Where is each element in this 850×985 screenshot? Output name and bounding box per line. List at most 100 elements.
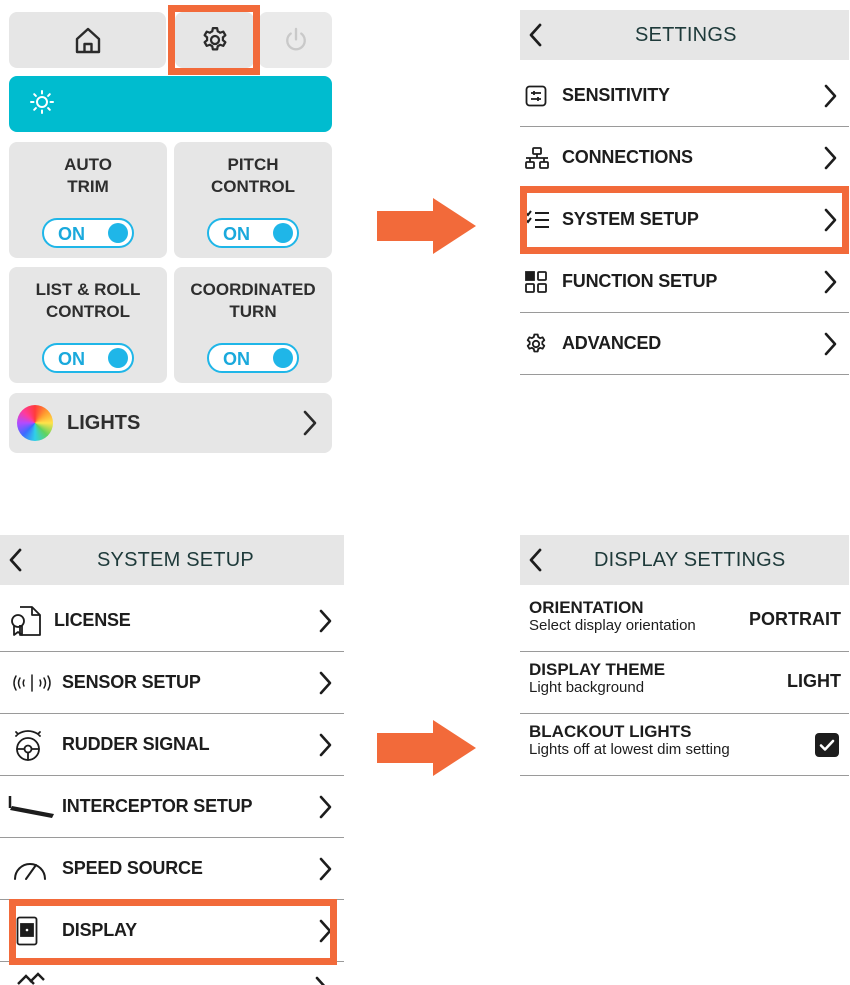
chevron-right-icon (318, 795, 332, 824)
menu-item-speed-source[interactable]: SPEED SOURCE (0, 838, 344, 900)
display-settings-header: DISPLAY SETTINGS (520, 535, 849, 585)
power-icon (282, 26, 310, 54)
pitch-control-tile: PITCH CONTROL ON (174, 142, 332, 258)
menu-item-function-setup[interactable]: FUNCTION SETUP (520, 251, 849, 313)
setting-subtitle: Light background (529, 679, 645, 696)
menu-item-label: ADVANCED (562, 333, 662, 353)
back-button[interactable] (8, 548, 24, 577)
settings-header: SETTINGS (520, 10, 849, 60)
toggle-state: ON (58, 224, 85, 244)
tile-label: PITCH CONTROL (210, 155, 296, 196)
chevron-right-icon (318, 609, 332, 638)
blackout-lights-checkbox[interactable] (815, 733, 839, 757)
chevron-right-icon (314, 976, 328, 985)
sun-icon (29, 89, 55, 120)
brightness-bar[interactable] (9, 76, 332, 132)
lights-label: LIGHTS (67, 411, 141, 434)
checklist-icon (520, 208, 562, 232)
gear-icon (520, 332, 562, 356)
chevron-right-icon (823, 84, 837, 113)
chevron-right-icon (318, 919, 332, 948)
menu-item-label: SPEED SOURCE (62, 858, 203, 878)
check-icon (819, 739, 835, 751)
chevron-right-icon (318, 857, 332, 886)
tile-label: COORDINATED TURN (190, 280, 316, 321)
menu-item-label: CONNECTIONS (562, 147, 693, 167)
license-icon (0, 603, 54, 639)
list-roll-control-tile: LIST & ROLL CONTROL ON (9, 267, 167, 383)
menu-item-label: RUDDER SIGNAL (62, 734, 210, 754)
tile-label: LIST & ROLL CONTROL (35, 280, 141, 321)
lights-button[interactable]: LIGHTS (9, 393, 332, 453)
arrow-right-icon (377, 720, 477, 781)
blackout-lights-setting[interactable]: BLACKOUT LIGHTS Lights off at lowest dim… (520, 714, 849, 776)
sensor-icon (0, 671, 62, 695)
home-button[interactable] (9, 12, 166, 68)
chevron-right-icon (823, 332, 837, 361)
toggle-state: ON (58, 349, 85, 369)
menu-item-interceptor-setup[interactable]: INTERCEPTOR SETUP (0, 776, 344, 838)
menu-item-label: FUNCTION SETUP (562, 271, 718, 291)
menu-item-label: SENSITIVITY (562, 85, 670, 105)
coordinated-turn-tile: COORDINATED TURN ON (174, 267, 332, 383)
sliders-icon (520, 84, 562, 108)
settings-button[interactable] (175, 12, 254, 68)
menu-item-sensor-setup[interactable]: SENSOR SETUP (0, 652, 344, 714)
page-title: SYSTEM SETUP (97, 549, 254, 571)
menu-item-partial (14, 972, 334, 985)
system-setup-header: SYSTEM SETUP (0, 535, 344, 585)
color-wheel-icon (17, 405, 53, 441)
auto-trim-tile: AUTO TRIM ON (9, 142, 167, 258)
chevron-right-icon (318, 671, 332, 700)
display-theme-setting[interactable]: DISPLAY THEME Light background LIGHT (520, 652, 849, 714)
setting-title: DISPLAY THEME (529, 660, 666, 679)
setting-value: PORTRAIT (749, 609, 841, 629)
setting-subtitle: Lights off at lowest dim setting (529, 741, 730, 758)
orientation-setting[interactable]: ORIENTATION Select display orientation P… (520, 590, 849, 652)
auto-trim-toggle[interactable]: ON (42, 218, 134, 248)
home-icon (73, 25, 103, 55)
back-button[interactable] (528, 548, 544, 577)
toggle-knob (108, 348, 128, 368)
chevron-right-icon (823, 208, 837, 237)
chevron-right-icon (318, 733, 332, 762)
menu-item-display[interactable]: DISPLAY (0, 900, 344, 962)
pitch-control-toggle[interactable]: ON (207, 218, 299, 248)
menu-item-rudder-signal[interactable]: RUDDER SIGNAL (0, 714, 344, 776)
menu-item-license[interactable]: LICENSE (0, 590, 344, 652)
toggle-knob (273, 348, 293, 368)
network-icon (520, 146, 562, 170)
coordinated-turn-toggle[interactable]: ON (207, 343, 299, 373)
menu-item-label: SENSOR SETUP (62, 672, 201, 692)
menu-item-label: INTERCEPTOR SETUP (62, 796, 253, 816)
speedometer-icon (0, 857, 62, 881)
toggle-knob (273, 223, 293, 243)
interceptor-icon (0, 794, 62, 820)
page-title: DISPLAY SETTINGS (594, 549, 786, 571)
setting-value: LIGHT (787, 671, 841, 691)
arrow-right-icon (377, 198, 477, 259)
menu-item-label: DISPLAY (62, 920, 137, 940)
toggle-state: ON (223, 224, 250, 244)
display-icon (0, 916, 62, 946)
setting-title: ORIENTATION (529, 598, 644, 617)
partial-icon (16, 972, 46, 985)
menu-item-connections[interactable]: CONNECTIONS (520, 127, 849, 189)
list-roll-control-toggle[interactable]: ON (42, 343, 134, 373)
tile-label: AUTO TRIM (64, 155, 112, 196)
power-button[interactable] (259, 12, 332, 68)
chevron-right-icon (823, 270, 837, 299)
chevron-right-icon (302, 409, 318, 442)
menu-item-advanced[interactable]: ADVANCED (520, 313, 849, 375)
menu-item-system-setup[interactable]: SYSTEM SETUP (520, 189, 849, 251)
grid-icon (520, 270, 562, 294)
page-title: SETTINGS (635, 24, 737, 46)
back-button[interactable] (528, 23, 544, 52)
setting-title: BLACKOUT LIGHTS (529, 722, 692, 741)
steering-wheel-icon (0, 728, 62, 762)
menu-item-sensitivity[interactable]: SENSITIVITY (520, 65, 849, 127)
setting-subtitle: Select display orientation (529, 617, 696, 634)
chevron-right-icon (823, 146, 837, 175)
toggle-knob (108, 223, 128, 243)
menu-item-label: SYSTEM SETUP (562, 209, 699, 229)
